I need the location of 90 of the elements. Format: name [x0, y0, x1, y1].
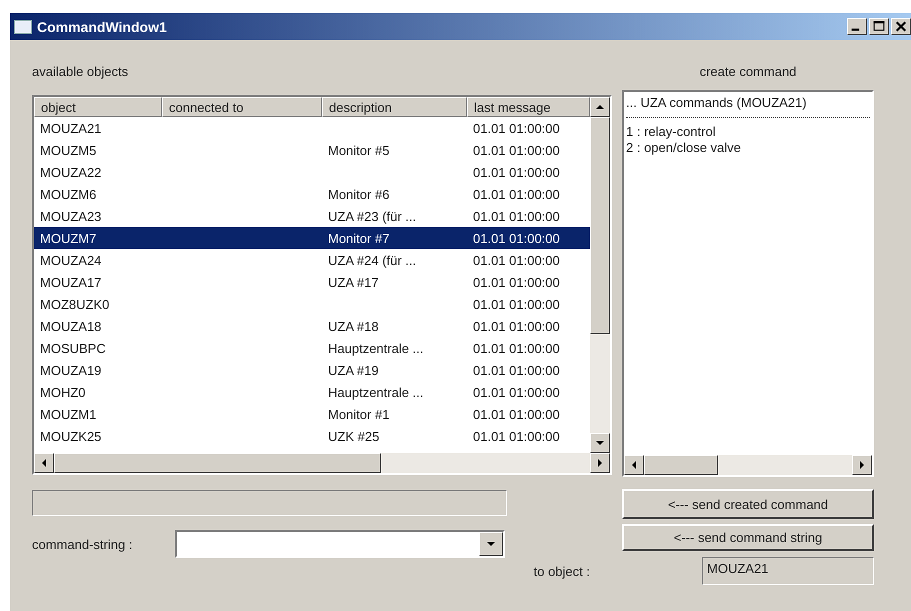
table-cell-text: 01.01 01:00:00 [472, 428, 561, 444]
scroll-right-icon[interactable] [852, 455, 872, 475]
table-cell-text: 01.01 01:00:00 [472, 252, 561, 268]
table-cell-text: Hauptzentrale ... [327, 384, 424, 400]
table-cell-text: MOUZA17 [39, 274, 102, 290]
list-item[interactable]: 1 : relay-control [626, 124, 870, 140]
column-header[interactable]: description [322, 97, 467, 117]
to-object-field: MOUZA21 [702, 557, 874, 585]
scroll-up-icon[interactable] [590, 97, 610, 117]
send-button[interactable]: <--- send command string [622, 524, 874, 551]
table-cell-text: 01.01 01:00:00 [472, 274, 561, 290]
table-cell-text: MOUZK25 [39, 428, 102, 444]
window-icon [14, 20, 32, 34]
table-row[interactable]: MOUZA19 UZA #19 01.01 01:00:00 [34, 359, 590, 381]
table-cell-text: Monitor #5 [327, 142, 390, 158]
table-row[interactable]: MOZ8UZK0 01.01 01:00:00 [34, 293, 590, 315]
table-cell-text: MOUZA19 [39, 362, 102, 378]
command-string-dropdown[interactable] [175, 530, 505, 558]
table-row[interactable]: MOUZA17 UZA #17 01.01 01:00:00 [34, 271, 590, 293]
table-cell-text: MOZ8UZK0 [39, 296, 110, 312]
table-cell-text: Monitor #1 [327, 406, 390, 422]
table-cell-text: MOUZM5 [39, 142, 98, 158]
close-icon[interactable] [891, 18, 911, 35]
table-cell-text: MOUZA18 [39, 318, 102, 334]
field-label: command-string : [32, 536, 134, 552]
maximize-icon[interactable] [869, 18, 889, 35]
table-cell-text: Hauptzentrale ... [327, 340, 424, 356]
table-cell-text: MOUZM1 [39, 406, 98, 422]
panel-label: available objects [32, 64, 128, 81]
scroll-left-icon[interactable] [34, 453, 54, 473]
table-cell-text: 01.01 01:00:00 [472, 208, 561, 224]
dropdown-icon[interactable] [479, 532, 503, 556]
table-row[interactable]: MOUZA24 UZA #24 (für ... 01.01 01:00:00 [34, 249, 590, 271]
table-cell-text: MOUZM6 [39, 186, 98, 202]
table-cell-text: 01.01 01:00:00 [472, 296, 561, 312]
table-cell-text: UZA #23 (für ... [327, 208, 418, 224]
scroll-right-icon[interactable] [590, 453, 610, 473]
horizontal-scrollbar[interactable] [624, 455, 872, 475]
send-button[interactable]: <--- send created command [622, 489, 874, 519]
table-cell-text: UZA #24 (für ... [327, 252, 418, 268]
table-cell-text: 01.01 01:00:00 [472, 186, 561, 202]
table-cell-text: 01.01 01:00:00 [472, 406, 561, 422]
table-row[interactable]: MOUZK25 UZK #25 01.01 01:00:00 [34, 425, 590, 447]
table-cell-text: MOUZM7 [39, 230, 98, 246]
table-cell-text: 01.01 01:00:00 [472, 120, 561, 136]
table-cell-text: UZK #25 [327, 428, 380, 444]
table-row[interactable]: MOUZM6 Monitor #6 01.01 01:00:00 [34, 183, 590, 205]
column-header[interactable]: object [34, 97, 162, 117]
table-cell-text: UZA #18 [327, 318, 380, 334]
table-row[interactable]: MOUZA21 01.01 01:00:00 [34, 117, 590, 139]
table-cell-text: 01.01 01:00:00 [472, 362, 561, 378]
minimize-icon[interactable] [847, 18, 867, 35]
table-row[interactable]: MOUZA18 UZA #18 01.01 01:00:00 [34, 315, 590, 337]
scroll-thumb[interactable] [54, 453, 381, 473]
table-cell-text: MOUZA24 [39, 252, 102, 268]
table-cell-text: 01.01 01:00:00 [472, 318, 561, 334]
list-item[interactable]: 2 : open/close valve [626, 140, 870, 156]
table-row[interactable]: MOUZM5 Monitor #5 01.01 01:00:00 [34, 139, 590, 161]
horizontal-scrollbar[interactable] [34, 453, 610, 473]
field-label: to object : [534, 564, 590, 579]
window-title: CommandWindow1 [37, 18, 167, 34]
table-cell-text: UZA #17 [327, 274, 380, 290]
panel-label: create command [700, 64, 796, 81]
table-cell-text: 01.01 01:00:00 [472, 340, 561, 356]
scroll-left-icon[interactable] [624, 455, 644, 475]
table-row[interactable]: MOSUBPC Hauptzentrale ... 01.01 01:00:00 [34, 337, 590, 359]
table-cell-text: 01.01 01:00:00 [472, 164, 561, 180]
table-row[interactable]: MOUZM1 Monitor #1 01.01 01:00:00 [34, 403, 590, 425]
column-header[interactable]: connected to [162, 97, 322, 117]
table-cell-text: MOUZA23 [39, 208, 102, 224]
table-row[interactable]: MOUZA22 01.01 01:00:00 [34, 161, 590, 183]
scroll-thumb[interactable] [644, 455, 718, 475]
table-row[interactable]: MOUZM7 Monitor #7 01.01 01:00:00 [34, 227, 590, 249]
table-cell-text: MOUZA22 [39, 164, 102, 180]
scroll-down-icon[interactable] [590, 433, 610, 453]
table-cell-text: 01.01 01:00:00 [472, 230, 561, 246]
table-cell-text: Monitor #6 [327, 186, 390, 202]
table-cell-text: MOSUBPC [39, 340, 107, 356]
table-row[interactable]: MOHZ0 Hauptzentrale ... 01.01 01:00:00 [34, 381, 590, 403]
table-cell-text: Monitor #7 [327, 230, 390, 246]
table-cell-text: UZA #19 [327, 362, 380, 378]
column-header[interactable]: last message [467, 97, 590, 117]
table-cell-text: 01.01 01:00:00 [472, 142, 561, 158]
table-cell-text: MOUZA21 [39, 120, 102, 136]
scroll-thumb[interactable] [590, 117, 610, 334]
table-cell-text: MOHZ0 [39, 384, 86, 400]
table-cell-text: 01.01 01:00:00 [472, 384, 561, 400]
list-header: ... UZA commands (MOUZA21) [626, 95, 808, 111]
vertical-scrollbar[interactable] [590, 97, 610, 453]
table-row[interactable]: MOUZA23 UZA #23 (für ... 01.01 01:00:00 [34, 205, 590, 227]
